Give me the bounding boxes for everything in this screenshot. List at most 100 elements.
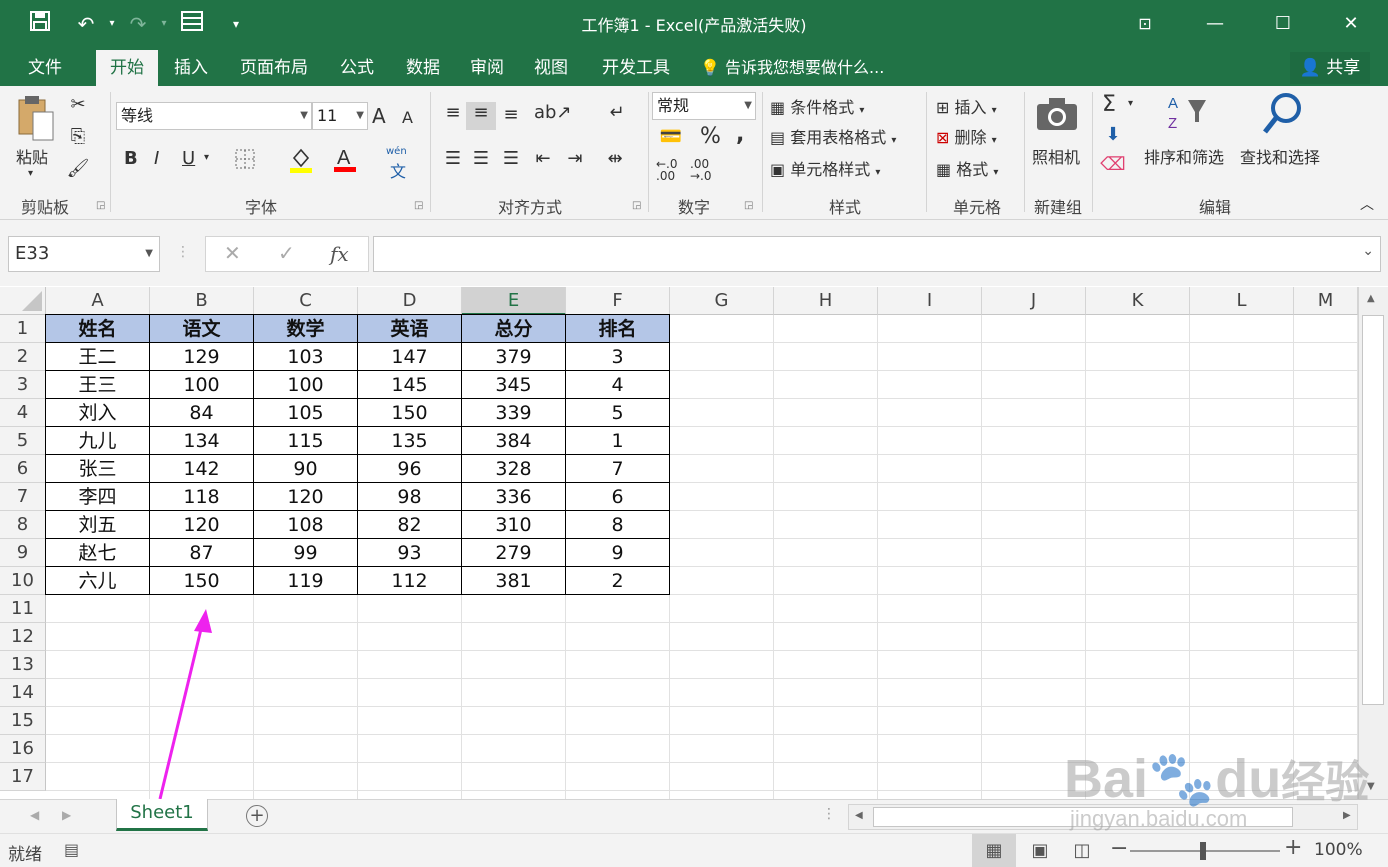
font-color-icon[interactable]: A <box>332 144 358 179</box>
comma-style-button[interactable]: , <box>736 122 744 147</box>
decrease-indent-icon[interactable]: ⇤ <box>530 148 556 169</box>
number-launcher-icon[interactable]: ◲ <box>744 200 753 211</box>
vertical-scroll-thumb[interactable] <box>1362 315 1384 705</box>
table-cell[interactable]: 336 <box>462 483 566 511</box>
format-cells-button[interactable]: ▦ 格式 ▾ <box>936 156 998 180</box>
align-right-icon[interactable]: ☰ <box>498 148 524 169</box>
increase-indent-icon[interactable]: ⇥ <box>562 148 588 169</box>
tab-split-grip-icon[interactable]: ⋮ <box>822 806 836 822</box>
tab-insert[interactable]: 插入 <box>160 50 222 86</box>
page-layout-view-icon[interactable]: ▣ <box>1028 834 1052 867</box>
clear-icon[interactable]: ⌫ <box>1100 154 1126 175</box>
expand-formula-bar-icon[interactable]: ⌄ <box>1362 243 1374 259</box>
cut-icon[interactable]: ✂ <box>66 94 90 115</box>
column-header-m[interactable]: M <box>1294 287 1358 315</box>
fill-icon[interactable]: ⬇ <box>1100 124 1126 145</box>
alignment-launcher-icon[interactable]: ◲ <box>632 200 641 211</box>
page-break-view-icon[interactable]: ◫ <box>1070 834 1094 867</box>
format-as-table-button[interactable]: ▤ 套用表格格式 ▾ <box>770 124 896 148</box>
italic-button[interactable]: I <box>154 148 159 169</box>
sort-filter-icon[interactable]: AZ <box>1166 92 1210 137</box>
add-sheet-button[interactable]: + <box>246 805 268 827</box>
tab-formulas[interactable]: 公式 <box>326 50 388 86</box>
decrease-decimal-button[interactable]: .00 →.0 <box>690 158 712 182</box>
scroll-up-icon[interactable]: ▲ <box>1367 293 1375 304</box>
paste-dropdown-icon[interactable]: ▾ <box>28 168 33 179</box>
table-cell[interactable]: 379 <box>462 343 566 371</box>
tab-developer[interactable]: 开发工具 <box>590 50 682 86</box>
cancel-icon[interactable]: ✕ <box>224 241 241 265</box>
minimize-button[interactable]: — <box>1192 0 1238 48</box>
tab-page-layout[interactable]: 页面布局 <box>228 50 320 86</box>
shrink-font-button[interactable]: A <box>402 108 413 127</box>
table-cell[interactable]: 381 <box>462 567 566 595</box>
column-header-j[interactable]: J <box>982 287 1086 315</box>
number-format-combo[interactable]: 常规 ▼ <box>652 92 756 120</box>
font-size-combo[interactable]: 11 ▼ <box>312 102 368 130</box>
align-center-icon[interactable]: ☰ <box>468 148 494 169</box>
column-header-h[interactable]: H <box>774 287 878 315</box>
sheet-next-icon[interactable]: ▶ <box>62 808 71 822</box>
table-cell[interactable]: 345 <box>462 371 566 399</box>
column-header-k[interactable]: K <box>1086 287 1190 315</box>
delete-cells-button[interactable]: ⊠ 删除 ▾ <box>936 124 997 148</box>
orientation-icon[interactable]: ab↗ <box>534 102 572 123</box>
sheet-prev-icon[interactable]: ◀ <box>30 808 39 822</box>
find-icon[interactable] <box>1260 90 1306 141</box>
borders-icon[interactable] <box>232 148 258 175</box>
close-button[interactable]: ✕ <box>1328 0 1374 48</box>
table-cell[interactable]: 384 <box>462 427 566 455</box>
phonetic-guide-icon[interactable]: 文 <box>390 158 406 182</box>
tab-review[interactable]: 审阅 <box>456 50 518 86</box>
vertical-scrollbar[interactable]: ▲ ▼ <box>1358 287 1388 799</box>
table-cell[interactable]: 1 <box>566 427 670 455</box>
table-cell[interactable]: 8 <box>566 511 670 539</box>
tab-view[interactable]: 视图 <box>520 50 582 86</box>
column-header-g[interactable]: G <box>670 287 774 315</box>
column-header-l[interactable]: L <box>1190 287 1294 315</box>
maximize-button[interactable]: ☐ <box>1260 0 1306 48</box>
tab-file[interactable]: 文件 <box>14 50 76 86</box>
collapse-ribbon-icon[interactable]: ︿ <box>1360 194 1374 214</box>
table-cell[interactable]: 9 <box>566 539 670 567</box>
format-painter-icon[interactable]: 🖌 <box>66 158 90 179</box>
table-cell[interactable]: 2 <box>566 567 670 595</box>
copy-icon[interactable]: ⎘ <box>66 126 90 147</box>
accounting-format-icon[interactable]: 💳 <box>654 126 688 147</box>
conditional-formatting-button[interactable]: ▦ 条件格式 ▾ <box>770 94 864 118</box>
align-bottom-icon[interactable]: ≡ <box>498 104 524 125</box>
percent-style-button[interactable]: % <box>700 124 721 149</box>
align-top-icon[interactable]: ≡ <box>440 102 466 123</box>
clipboard-launcher-icon[interactable]: ◲ <box>96 200 105 211</box>
column-header-i[interactable]: I <box>878 287 982 315</box>
share-button[interactable]: 👤 共享 <box>1290 52 1370 84</box>
zoom-level[interactable]: 100% <box>1314 840 1363 860</box>
autosum-button[interactable]: Σ <box>1102 92 1116 117</box>
zoom-out-button[interactable]: − <box>1110 836 1128 861</box>
table-cell[interactable]: 3 <box>566 343 670 371</box>
macro-record-icon[interactable]: ▤ <box>64 840 79 859</box>
scroll-right-icon[interactable]: ▶ <box>1343 810 1351 821</box>
table-cell[interactable]: 310 <box>462 511 566 539</box>
font-name-combo[interactable]: 等线 ▼ <box>116 102 312 130</box>
increase-decimal-button[interactable]: ←.0.00 <box>656 158 678 182</box>
table-cell[interactable]: 279 <box>462 539 566 567</box>
tab-home[interactable]: 开始 <box>96 50 158 86</box>
table-header-cell[interactable]: 总分 <box>462 315 566 343</box>
tab-data[interactable]: 数据 <box>392 50 454 86</box>
scroll-left-icon[interactable]: ◀ <box>855 810 863 821</box>
fill-color-icon[interactable] <box>288 146 314 179</box>
phonetic-guide-label[interactable]: wén <box>386 146 407 157</box>
normal-view-icon[interactable]: ▦ <box>972 834 1016 867</box>
tell-me-box[interactable]: 💡 告诉我您想要做什么... <box>700 50 884 86</box>
zoom-slider-thumb[interactable] <box>1200 842 1206 860</box>
worksheet-grid[interactable]: ABCDEFGHIJKLM 1 2 3 4 5 6 7 8 9 10 11 12 13 14 15 16 17 … <box>0 287 1358 799</box>
column-header-e[interactable]: E <box>462 287 566 315</box>
ribbon-display-options-button[interactable]: ⊡ <box>1122 0 1168 48</box>
camera-icon[interactable] <box>1034 96 1080 137</box>
cell-styles-button[interactable]: ▣ 单元格样式 ▾ <box>770 156 880 180</box>
table-cell[interactable]: 7 <box>566 455 670 483</box>
paste-icon[interactable] <box>12 94 58 144</box>
align-left-icon[interactable]: ☰ <box>440 148 466 169</box>
merge-center-icon[interactable]: ⇹ <box>600 148 630 169</box>
